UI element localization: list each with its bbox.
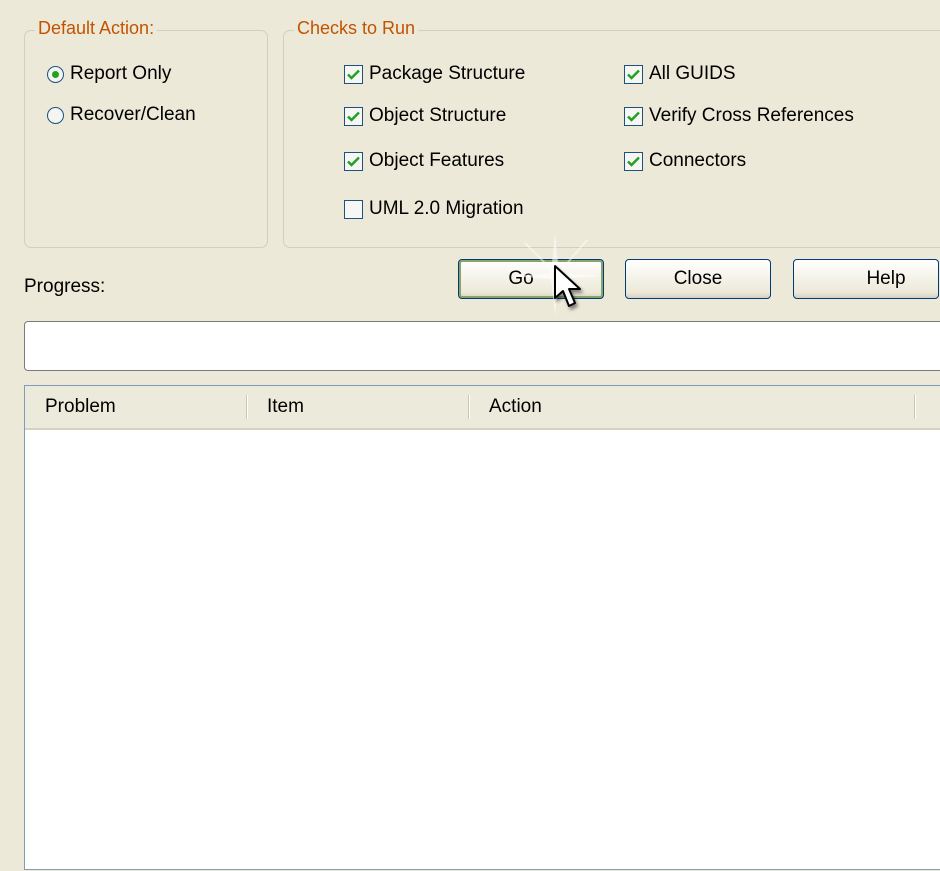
checkbox-checked-icon[interactable]	[344, 106, 363, 126]
check-all-guids[interactable]: All GUIDS	[624, 63, 736, 85]
go-button-label: Go	[508, 268, 534, 289]
radio-selected-icon[interactable]	[47, 65, 64, 83]
checks-to-run-legend: Checks to Run	[294, 18, 419, 39]
check-object-features-label: Object Features	[369, 150, 505, 171]
checks-to-run-group: Checks to Run Package Structure Object S…	[283, 18, 940, 248]
radio-report-only[interactable]: Report Only	[47, 63, 171, 85]
checkbox-checked-icon[interactable]	[624, 106, 643, 126]
check-object-features[interactable]: Object Features	[344, 150, 504, 172]
help-button[interactable]: Help	[793, 259, 939, 299]
check-connectors[interactable]: Connectors	[624, 150, 746, 172]
checkbox-checked-icon[interactable]	[624, 151, 643, 171]
check-connectors-label: Connectors	[649, 150, 747, 171]
column-header-item[interactable]: Item	[247, 386, 469, 428]
close-button-label: Close	[673, 268, 723, 289]
checkbox-unchecked-icon[interactable]	[344, 199, 363, 219]
radio-recover-clean-label: Recover/Clean	[70, 104, 196, 125]
list-header: Problem Item Action	[25, 386, 940, 430]
column-action-label: Action	[489, 396, 542, 417]
check-all-guids-label: All GUIDS	[649, 63, 736, 84]
default-action-group: Default Action: Report Only Recover/Clea…	[24, 18, 268, 248]
checkbox-checked-icon[interactable]	[344, 64, 363, 84]
progress-bar	[24, 321, 940, 371]
help-button-label: Help	[866, 268, 906, 289]
radio-unselected-icon[interactable]	[47, 106, 64, 124]
problems-list[interactable]: Problem Item Action	[24, 385, 940, 870]
column-problem-label: Problem	[45, 396, 116, 417]
check-uml-migration-label: UML 2.0 Migration	[369, 198, 524, 219]
check-uml-migration[interactable]: UML 2.0 Migration	[344, 198, 524, 220]
check-package-structure[interactable]: Package Structure	[344, 63, 525, 85]
check-object-structure-label: Object Structure	[369, 105, 507, 126]
radio-recover-clean[interactable]: Recover/Clean	[47, 104, 196, 126]
column-header-action[interactable]: Action	[469, 386, 915, 428]
check-package-structure-label: Package Structure	[369, 63, 526, 84]
column-item-label: Item	[267, 396, 304, 417]
check-verify-cross-references[interactable]: Verify Cross References	[624, 105, 854, 127]
mouse-cursor-icon	[554, 265, 581, 307]
checkbox-checked-icon[interactable]	[344, 151, 363, 171]
default-action-legend: Default Action:	[35, 18, 158, 39]
column-header-problem[interactable]: Problem	[25, 386, 247, 428]
checkbox-checked-icon[interactable]	[624, 64, 643, 84]
check-verify-cross-references-label: Verify Cross References	[649, 105, 854, 126]
progress-label: Progress:	[24, 276, 106, 297]
close-button[interactable]: Close	[625, 259, 771, 299]
radio-report-only-label: Report Only	[70, 63, 172, 84]
check-object-structure[interactable]: Object Structure	[344, 105, 506, 127]
